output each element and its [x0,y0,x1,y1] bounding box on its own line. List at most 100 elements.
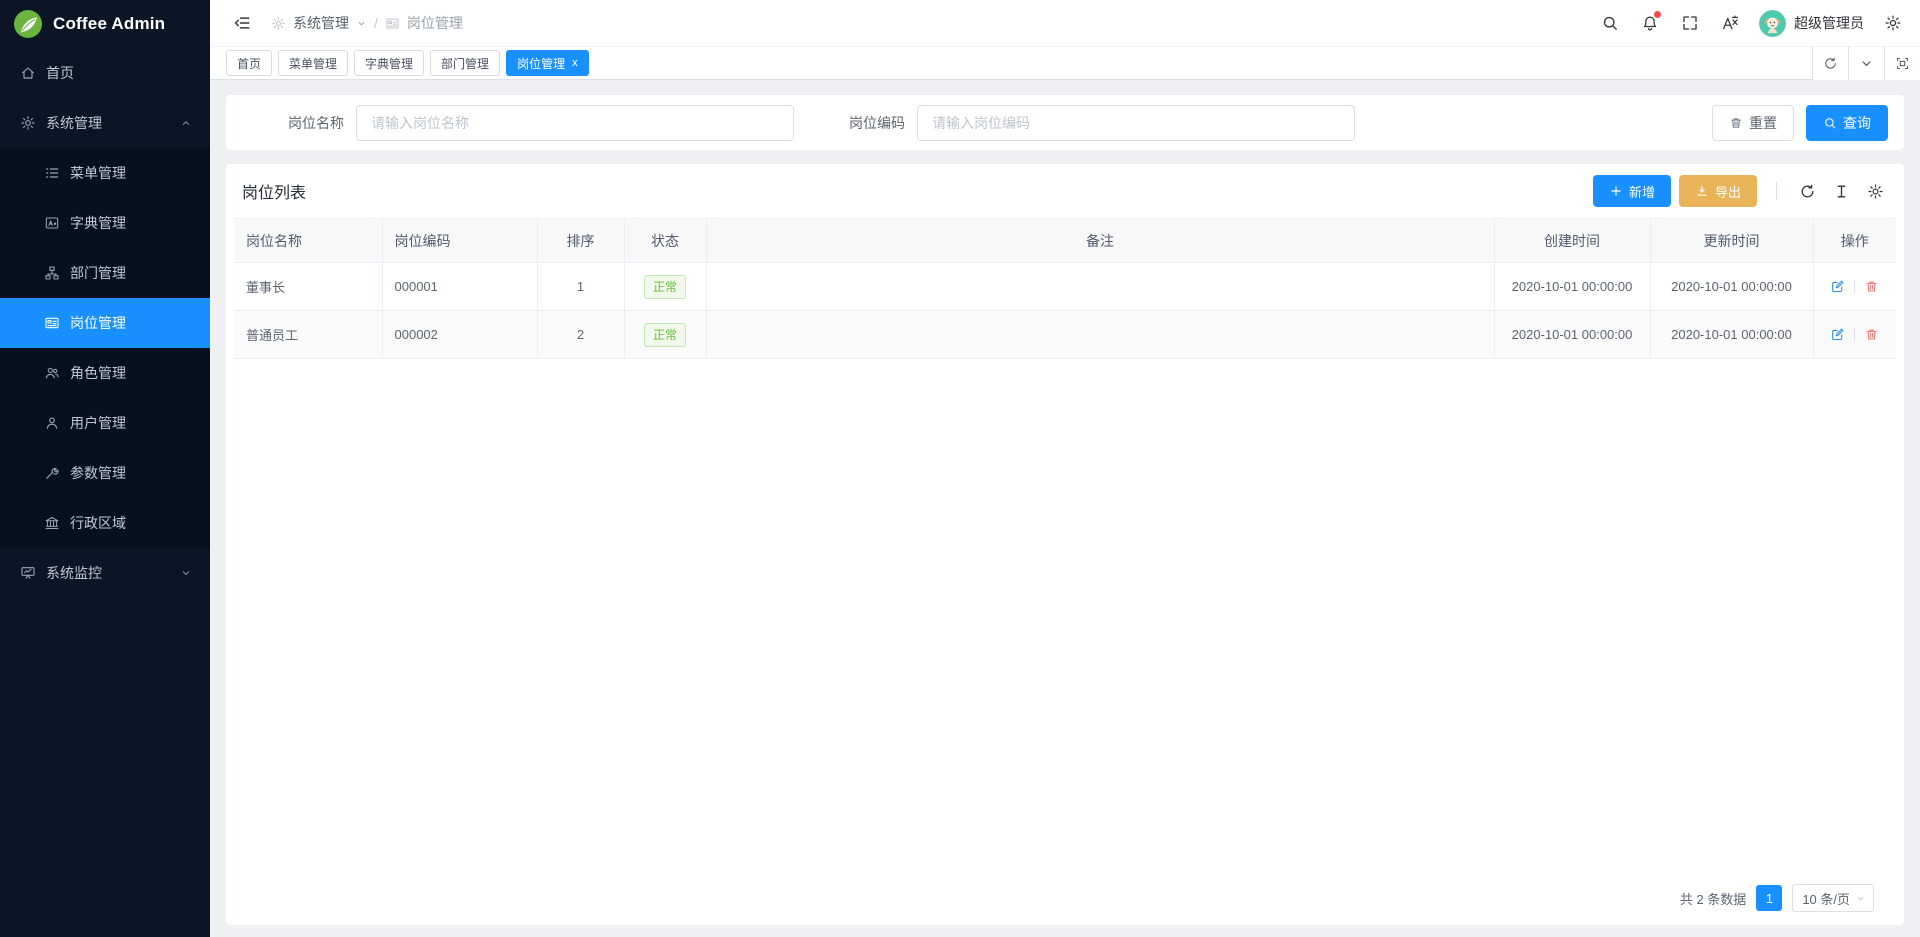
tab-label: 岗位管理 [517,55,565,72]
sidebar-item-label: 菜单管理 [70,163,126,183]
search-icon [1823,116,1837,130]
sidebar-item-role-mgmt[interactable]: 角色管理 [0,348,210,398]
sidebar-group-label: 系统管理 [46,113,102,133]
cell-post-name: 董事长 [234,263,382,311]
trash-icon [1864,279,1879,294]
region-icon [44,515,60,531]
cell-sort: 2 [537,311,624,359]
tabs-bar: 首页 菜单管理 字典管理 部门管理 岗位管理 x [210,47,1920,80]
avatar-image [1759,10,1786,37]
chevron-down-icon[interactable] [356,18,367,29]
sidebar-item-dept-mgmt[interactable]: 部门管理 [0,248,210,298]
cell-updated: 2020-10-01 00:00:00 [1650,311,1813,359]
reset-button[interactable]: 重置 [1712,105,1794,141]
tab-menu-mgmt[interactable]: 菜单管理 [278,50,348,76]
tab-dict-mgmt[interactable]: 字典管理 [354,50,424,76]
breadcrumb-level2: 岗位管理 [407,13,463,33]
col-header-created: 创建时间 [1494,219,1650,263]
add-button[interactable]: 新增 [1593,175,1671,207]
user-menu[interactable]: 超级管理员 [1753,10,1870,37]
fullscreen-button[interactable] [1673,6,1707,40]
sidebar-item-region-mgmt[interactable]: 行政区域 [0,498,210,548]
menu-icon [44,165,60,181]
main-area: 系统管理 / 岗位管理 [210,0,1920,937]
sidebar-item-label: 行政区域 [70,513,126,533]
sidebar-item-post-mgmt[interactable]: 岗位管理 [0,298,210,348]
logo[interactable]: Coffee Admin [0,0,210,48]
sidebar-group-monitor[interactable]: 系统监控 [0,548,210,598]
table-row: 普通员工 000002 2 正常 2020-10-01 00:00:00 202… [234,311,1896,359]
role-icon [44,365,60,381]
sidebar-item-label: 部门管理 [70,263,126,283]
tabbar-tools [1812,47,1920,80]
notifications-button[interactable] [1633,6,1667,40]
breadcrumb: 系统管理 / 岗位管理 [271,13,463,33]
navbar-right: 超级管理员 [1593,6,1910,40]
post-code-input[interactable] [917,105,1355,141]
column-settings-button[interactable] [1862,178,1888,204]
tab-options-button[interactable] [1848,47,1884,80]
logo-leaf-icon [13,9,43,39]
delete-row-button[interactable] [1864,327,1879,342]
post-list-card: 岗位列表 新增 导出 [226,164,1904,925]
sidebar-item-label: 岗位管理 [70,313,126,333]
chevron-down-icon [1859,56,1874,71]
sidebar-item-menu-mgmt[interactable]: 菜单管理 [0,148,210,198]
sidebar-item-user-mgmt[interactable]: 用户管理 [0,398,210,448]
sidebar-group-system[interactable]: 系统管理 [0,98,210,148]
sidebar-item-param-mgmt[interactable]: 参数管理 [0,448,210,498]
pagination-total: 共 2 条数据 [1680,889,1746,908]
cell-actions [1813,263,1896,311]
monitor-icon [20,565,36,581]
cell-updated: 2020-10-01 00:00:00 [1650,263,1813,311]
language-button[interactable] [1713,6,1747,40]
app-title: Coffee Admin [53,14,165,34]
global-search-button[interactable] [1593,6,1627,40]
maximize-icon [1895,56,1910,71]
col-header-post-name: 岗位名称 [234,219,382,263]
refresh-table-button[interactable] [1794,178,1820,204]
reset-button-label: 重置 [1749,113,1777,133]
plus-icon [1609,184,1623,198]
delete-row-button[interactable] [1864,279,1879,294]
cell-remark [706,263,1494,311]
sidebar-item-label: 参数管理 [70,463,126,483]
tab-dept-mgmt[interactable]: 部门管理 [430,50,500,76]
col-header-remark: 备注 [706,219,1494,263]
page-button-1[interactable]: 1 [1756,885,1782,911]
tab-label: 部门管理 [441,55,489,72]
edit-icon [1830,279,1845,294]
settings-button[interactable] [1876,6,1910,40]
export-button[interactable]: 导出 [1679,175,1757,207]
sidebar-item-home[interactable]: 首页 [0,48,210,98]
tab-post-mgmt[interactable]: 岗位管理 x [506,50,589,76]
page-size-value: 10 条/页 [1802,889,1850,908]
tab-home[interactable]: 首页 [226,50,272,76]
dept-icon [44,265,60,281]
divider [1776,182,1777,200]
collapse-sidebar-button[interactable] [225,6,259,40]
page-size-select[interactable]: 10 条/页 [1792,884,1874,912]
refresh-tab-button[interactable] [1812,47,1848,80]
post-name-input[interactable] [356,105,794,141]
table-header-row: 岗位名称 岗位编码 排序 状态 备注 创建时间 更新时间 操作 [234,219,1896,263]
export-button-label: 导出 [1715,182,1741,201]
refresh-icon [1799,183,1816,200]
col-header-actions: 操作 [1813,219,1896,263]
col-header-post-code: 岗位编码 [382,219,537,263]
divider [1854,280,1855,293]
page-content: 岗位名称 岗位编码 重置 查询 岗位列表 [210,80,1920,937]
sidebar-item-dict-mgmt[interactable]: 字典管理 [0,198,210,248]
col-header-status: 状态 [624,219,706,263]
maximize-content-button[interactable] [1884,47,1920,80]
cell-created: 2020-10-01 00:00:00 [1494,311,1650,359]
query-button-label: 查询 [1843,113,1871,133]
breadcrumb-level1[interactable]: 系统管理 [293,13,349,33]
edit-row-button[interactable] [1830,279,1845,294]
cell-post-code: 000001 [382,263,537,311]
chevron-down-icon [180,567,192,579]
query-button[interactable]: 查询 [1806,105,1888,141]
edit-row-button[interactable] [1830,327,1845,342]
close-icon[interactable]: x [572,58,578,69]
row-density-button[interactable] [1828,178,1854,204]
